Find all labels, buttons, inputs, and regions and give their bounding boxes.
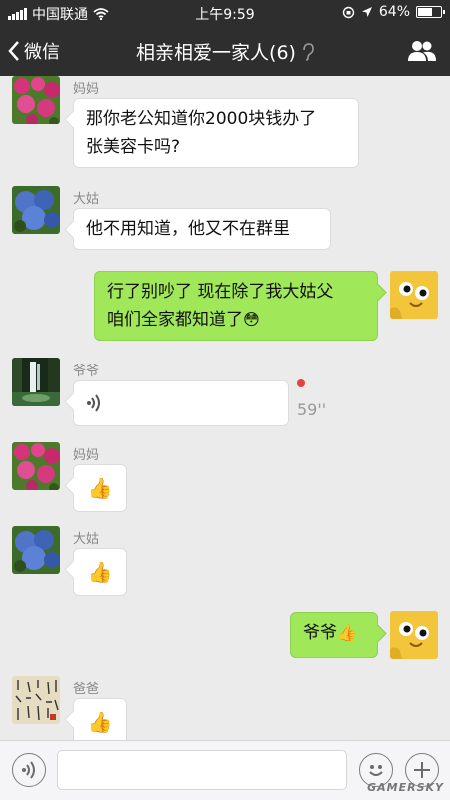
- voice-wave-icon: [87, 394, 100, 412]
- voice-message-bubble[interactable]: [73, 380, 289, 426]
- nav-bar: 微信 相亲相爱一家人(6): [0, 26, 450, 76]
- avatar-grandpa[interactable]: [12, 358, 60, 406]
- avatar-me[interactable]: [390, 611, 438, 659]
- flushed-emoji-icon: 😳: [243, 310, 260, 329]
- chat-title: 相亲相爱一家人(6): [0, 38, 450, 65]
- thumbs-up-icon: 👍: [87, 476, 113, 500]
- voice-input-button[interactable]: [12, 753, 46, 787]
- message-text-line: 咱们全家都知道了: [107, 310, 243, 330]
- voice-duration: 59'': [297, 400, 327, 419]
- message-bubble[interactable]: 他不用知道，他又不在群里: [73, 208, 331, 250]
- status-bar: 中国联通 上午9:59 64%: [0, 0, 450, 26]
- thumbs-up-icon: 👍: [337, 623, 357, 642]
- message-text-line: 那你老公知道你2000块钱办了: [86, 109, 317, 129]
- orientation-lock-icon: [342, 6, 355, 18]
- thumbs-up-icon: 👍: [87, 710, 113, 734]
- battery-percent: 64%: [378, 4, 410, 20]
- location-icon: [361, 7, 372, 17]
- message-text: 爷爷: [303, 623, 337, 643]
- avatar-mom[interactable]: [12, 76, 60, 124]
- group-info-button[interactable]: [408, 40, 436, 66]
- battery-fill: [418, 8, 433, 16]
- message-text-line: 张美容卡吗?: [86, 137, 181, 157]
- sender-name: 大姑: [73, 532, 100, 547]
- plus-icon: [414, 762, 430, 778]
- ear-icon: [303, 42, 314, 61]
- message-bubble-mine[interactable]: 行了别吵了 现在除了我大姑父 咱们全家都知道了😳: [94, 271, 378, 341]
- input-bar: GAMERSKY: [0, 740, 450, 800]
- message-text-line-with-emoji: 咱们全家都知道了😳: [107, 306, 365, 334]
- message-bubble[interactable]: 👍: [73, 548, 127, 596]
- avatar-me[interactable]: [390, 271, 438, 319]
- message-bubble-mine[interactable]: 爷爷👍: [290, 612, 378, 658]
- sender-name: 大姑: [73, 192, 100, 207]
- unread-dot: [297, 379, 305, 387]
- message-bubble[interactable]: 那你老公知道你2000块钱办了 张美容卡吗?: [73, 98, 359, 168]
- sender-name: 爷爷: [73, 364, 100, 379]
- smiley-icon: [369, 765, 383, 776]
- avatar-aunt[interactable]: [12, 526, 60, 574]
- watermark: GAMERSKY: [367, 781, 444, 794]
- avatar-dad[interactable]: [12, 676, 60, 724]
- avatar-mom[interactable]: [12, 442, 60, 490]
- sender-name: 妈妈: [73, 82, 100, 97]
- message-input[interactable]: [57, 750, 347, 790]
- message-text-line: 行了别吵了 现在除了我大姑父: [107, 282, 334, 302]
- thumbs-up-icon: 👍: [87, 560, 113, 584]
- sender-name: 爸爸: [73, 682, 100, 697]
- avatar-aunt[interactable]: [12, 186, 60, 234]
- message-bubble[interactable]: 👍: [73, 464, 127, 512]
- status-right: 64%: [342, 4, 445, 20]
- voice-wave-icon: [22, 761, 35, 779]
- sender-name: 妈妈: [73, 448, 100, 463]
- battery-icon: [416, 6, 445, 18]
- message-text: 他不用知道，他又不在群里: [86, 219, 290, 239]
- message-bubble[interactable]: 👍: [73, 698, 127, 740]
- chat-title-text: 相亲相爱一家人(6): [136, 42, 296, 64]
- chat-area[interactable]: 妈妈 那你老公知道你2000块钱办了 张美容卡吗? 大姑 他不用知道，他又不在群…: [0, 76, 450, 740]
- people-icon: [408, 41, 436, 61]
